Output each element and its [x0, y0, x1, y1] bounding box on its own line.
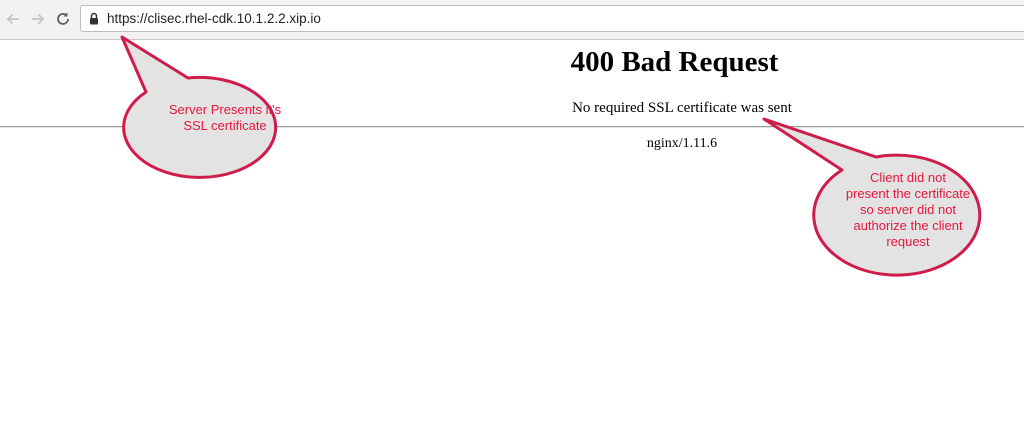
client-callout-line: authorize the client — [853, 218, 963, 233]
server-callout-text: Server Presents it's SSL certificate — [150, 102, 300, 134]
client-callout-line: request — [886, 234, 930, 249]
client-callout-text: Client did not present the certificate s… — [822, 170, 994, 250]
server-callout-line: Server Presents it's — [168, 102, 282, 117]
client-callout-line: present the certificate — [845, 186, 971, 201]
client-callout-line: Client did not — [870, 170, 946, 185]
server-callout-line: SSL certificate — [183, 118, 267, 133]
client-callout-line: so server did not — [859, 202, 957, 217]
